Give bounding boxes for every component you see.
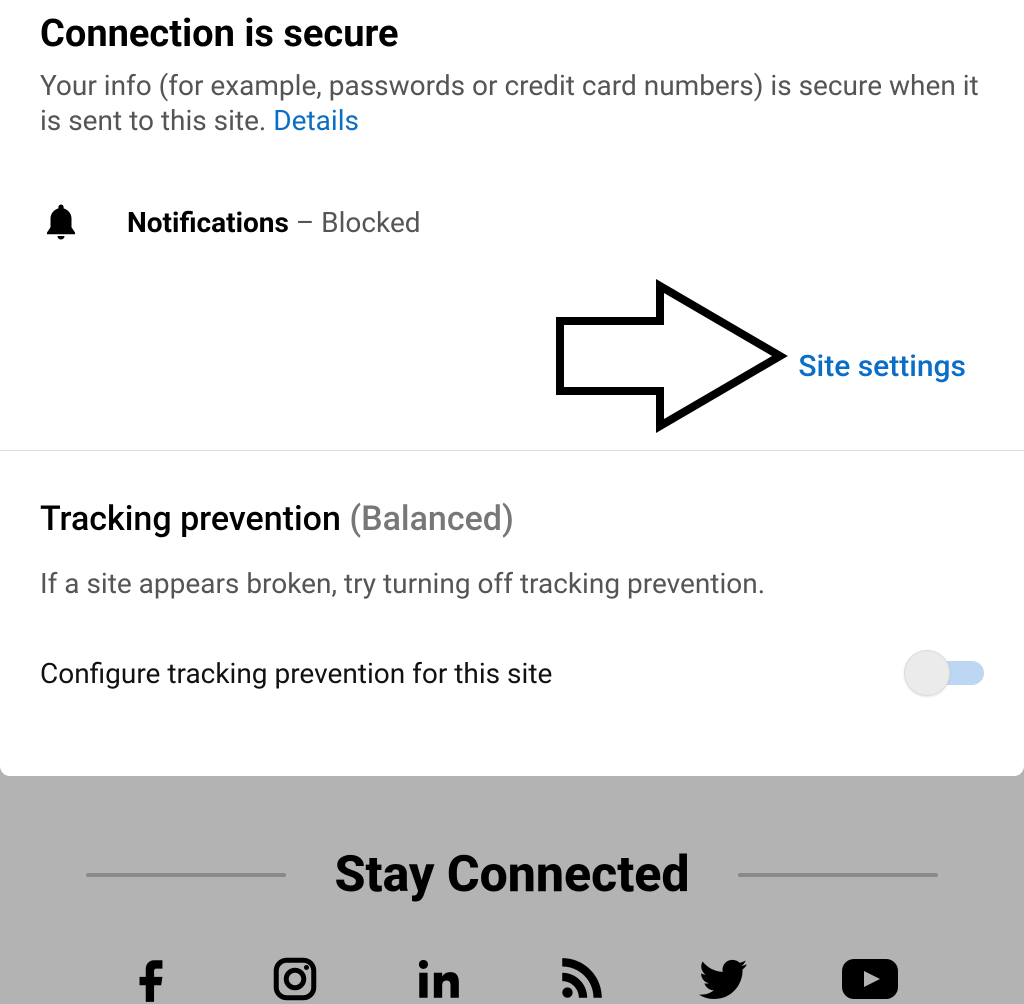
tracking-title-label: Tracking prevention <box>40 499 341 539</box>
heading-rule-right <box>738 873 938 877</box>
notifications-label: Notifications <box>127 206 289 239</box>
stay-connected-title: Stay Connected <box>334 846 689 904</box>
arrow-right-icon <box>540 276 790 440</box>
tracking-mode: (Balanced) <box>349 499 514 539</box>
connection-description-text: Your info (for example, passwords or cre… <box>40 69 979 137</box>
connection-section: Connection is secure Your info (for exam… <box>0 0 1024 450</box>
twitter-icon[interactable] <box>699 954 749 1004</box>
site-settings-link[interactable]: Site settings <box>798 349 966 384</box>
connection-title: Connection is secure <box>40 12 984 56</box>
page-footer: Stay Connected <box>0 776 1024 1004</box>
tracking-toggle-label: Configure tracking prevention for this s… <box>40 657 552 690</box>
site-information-card: Connection is secure Your info (for exam… <box>0 0 1024 776</box>
rss-icon[interactable] <box>556 954 606 1004</box>
connection-description: Your info (for example, passwords or cre… <box>40 68 984 138</box>
details-link[interactable]: Details <box>273 104 359 137</box>
tracking-section: Tracking prevention (Balanced) If a site… <box>0 451 1024 776</box>
tracking-title: Tracking prevention (Balanced) <box>40 499 984 539</box>
notifications-text: Notifications – Blocked <box>127 206 421 239</box>
notifications-separator: – <box>289 206 321 239</box>
notifications-status: Blocked <box>321 206 420 239</box>
facebook-icon[interactable] <box>127 954 177 1004</box>
tracking-toggle[interactable] <box>904 650 984 696</box>
linkedin-icon[interactable] <box>413 954 463 1004</box>
tracking-toggle-row: Configure tracking prevention for this s… <box>40 650 984 696</box>
tracking-description: If a site appears broken, try turning of… <box>40 567 984 600</box>
toggle-knob <box>904 650 950 696</box>
stay-connected-heading-row: Stay Connected <box>0 846 1024 904</box>
notifications-row: Notifications – Blocked <box>40 198 984 246</box>
site-settings-row: Site settings <box>40 306 984 426</box>
instagram-icon[interactable] <box>270 954 320 1004</box>
bell-icon <box>40 198 82 246</box>
youtube-icon[interactable] <box>842 954 898 1004</box>
heading-rule-left <box>86 873 286 877</box>
social-icons-row <box>0 954 1024 1004</box>
